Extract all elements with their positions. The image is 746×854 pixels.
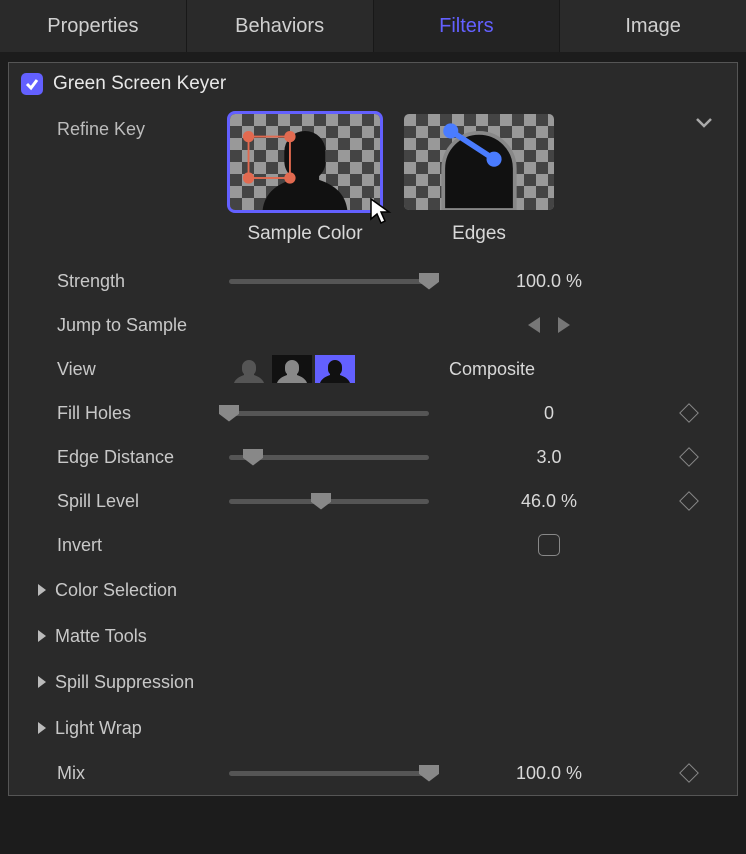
- tab-behaviors[interactable]: Behaviors: [187, 0, 374, 52]
- keyframe-icon[interactable]: [679, 403, 699, 423]
- fill-holes-row: Fill Holes 0: [9, 391, 737, 435]
- mix-label: Mix: [57, 763, 229, 784]
- keyframe-icon[interactable]: [679, 491, 699, 511]
- view-row: View Composite: [9, 347, 737, 391]
- spill-suppression-label: Spill Suppression: [55, 672, 194, 693]
- strength-row: Strength 100.0 %: [9, 259, 737, 303]
- edge-distance-slider[interactable]: [229, 455, 429, 460]
- sample-color-label: Sample Color: [247, 223, 362, 245]
- spill-level-label: Spill Level: [57, 491, 229, 512]
- disclosure-right-icon[interactable]: [35, 583, 49, 597]
- keyframe-icon[interactable]: [679, 763, 699, 783]
- tab-properties[interactable]: Properties: [0, 0, 187, 52]
- light-wrap-group[interactable]: Light Wrap: [9, 705, 737, 751]
- tab-image[interactable]: Image: [560, 0, 746, 52]
- next-sample-button[interactable]: [556, 316, 572, 334]
- mix-slider[interactable]: [229, 771, 429, 776]
- fill-holes-slider[interactable]: [229, 411, 429, 416]
- fill-holes-label: Fill Holes: [57, 403, 229, 424]
- tab-filters[interactable]: Filters: [374, 0, 561, 52]
- sample-color-tool[interactable]: [227, 111, 383, 213]
- filter-header: Green Screen Keyer: [9, 63, 737, 105]
- view-option-matte[interactable]: [272, 355, 312, 383]
- refine-key-row: Refine Key Sample Color: [9, 105, 737, 259]
- light-wrap-label: Light Wrap: [55, 718, 142, 739]
- matte-tools-label: Matte Tools: [55, 626, 147, 647]
- spill-level-row: Spill Level 46.0 %: [9, 479, 737, 523]
- disclosure-right-icon[interactable]: [35, 675, 49, 689]
- spill-level-slider[interactable]: [229, 499, 429, 504]
- matte-tools-group[interactable]: Matte Tools: [9, 613, 737, 659]
- jump-to-sample-row: Jump to Sample: [9, 303, 737, 347]
- prev-sample-button[interactable]: [526, 316, 542, 334]
- tab-bar: Properties Behaviors Filters Image: [0, 0, 746, 52]
- edge-distance-row: Edge Distance 3.0: [9, 435, 737, 479]
- edges-tool[interactable]: [401, 111, 557, 213]
- view-option-original[interactable]: [229, 355, 269, 383]
- edges-label: Edges: [452, 223, 506, 245]
- strength-value[interactable]: 100.0 %: [439, 271, 659, 292]
- spill-suppression-group[interactable]: Spill Suppression: [9, 659, 737, 705]
- disclosure-right-icon[interactable]: [35, 721, 49, 735]
- edge-distance-value[interactable]: 3.0: [439, 447, 659, 468]
- mix-value[interactable]: 100.0 %: [439, 763, 659, 784]
- filter-title: Green Screen Keyer: [53, 73, 226, 95]
- chevron-down-icon[interactable]: [695, 113, 713, 134]
- fill-holes-value[interactable]: 0: [439, 403, 659, 424]
- keyframe-icon[interactable]: [679, 447, 699, 467]
- mix-row: Mix 100.0 %: [9, 751, 737, 795]
- invert-row: Invert: [9, 523, 737, 567]
- view-value[interactable]: Composite: [439, 359, 659, 380]
- color-selection-label: Color Selection: [55, 580, 177, 601]
- disclosure-right-icon[interactable]: [35, 629, 49, 643]
- view-label: View: [57, 359, 229, 380]
- filter-panel: Green Screen Keyer Refine Key Sample Col: [8, 62, 738, 796]
- invert-checkbox[interactable]: [538, 534, 560, 556]
- refine-key-label: Refine Key: [57, 111, 227, 140]
- spill-level-value[interactable]: 46.0 %: [439, 491, 659, 512]
- invert-label: Invert: [57, 535, 229, 556]
- enable-checkbox[interactable]: [21, 73, 43, 95]
- edge-distance-label: Edge Distance: [57, 447, 229, 468]
- color-selection-group[interactable]: Color Selection: [9, 567, 737, 613]
- view-option-composite[interactable]: [315, 355, 355, 383]
- strength-slider[interactable]: [229, 279, 429, 284]
- jump-to-sample-label: Jump to Sample: [57, 315, 229, 336]
- strength-label: Strength: [57, 271, 229, 292]
